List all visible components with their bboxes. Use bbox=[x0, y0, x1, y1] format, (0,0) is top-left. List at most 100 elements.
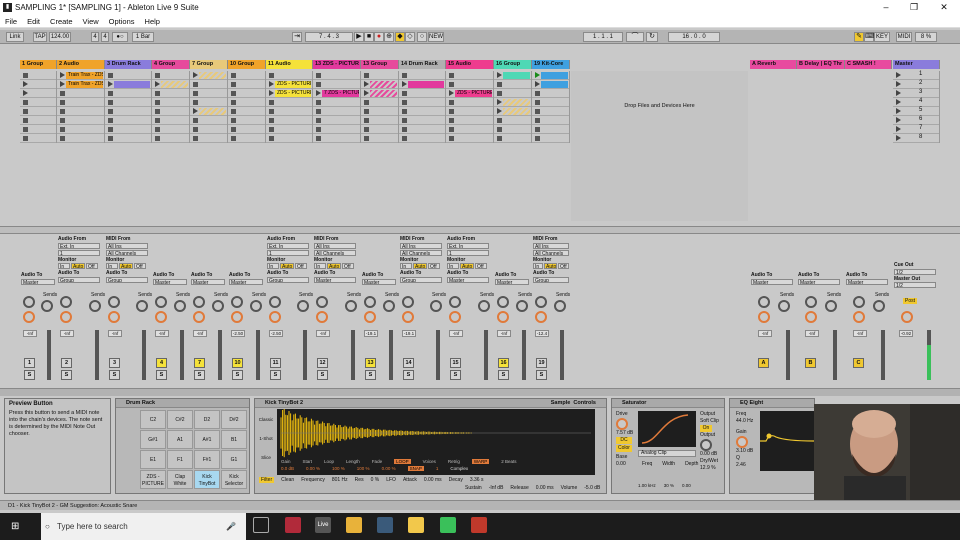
clip-slot[interactable] bbox=[152, 134, 189, 143]
send-a-knob[interactable] bbox=[316, 296, 328, 308]
clip-slot[interactable] bbox=[399, 107, 445, 116]
stop-icon[interactable] bbox=[316, 109, 321, 114]
clip-slot[interactable] bbox=[190, 134, 227, 143]
clip-slot[interactable] bbox=[20, 71, 56, 80]
pan-knob[interactable] bbox=[497, 311, 509, 323]
send-a-knob[interactable] bbox=[449, 296, 461, 308]
clip-slot[interactable] bbox=[266, 125, 312, 134]
clip-slot[interactable] bbox=[152, 116, 189, 125]
loop-icon[interactable]: ↻ bbox=[646, 32, 658, 42]
input-channel-dropdown[interactable]: All Channels bbox=[400, 249, 442, 256]
group-clip[interactable] bbox=[161, 81, 188, 88]
clip-slot[interactable] bbox=[57, 107, 104, 116]
res-value[interactable]: 0 % bbox=[371, 477, 380, 483]
output-dropdown[interactable]: Group bbox=[58, 276, 100, 283]
pan-knob[interactable] bbox=[231, 311, 243, 323]
track-activator-button[interactable]: 11 bbox=[270, 358, 281, 368]
clip-slot[interactable] bbox=[105, 89, 151, 98]
sustain-value[interactable]: -Inf dB bbox=[489, 485, 504, 491]
stop-icon[interactable] bbox=[108, 109, 113, 114]
clip-slot[interactable] bbox=[190, 89, 227, 98]
clip-slot[interactable] bbox=[361, 71, 398, 80]
group-clip[interactable] bbox=[370, 81, 397, 88]
clip-slot[interactable] bbox=[313, 71, 360, 80]
stop-icon[interactable] bbox=[316, 127, 321, 132]
track-header-10-group[interactable]: 10 Group bbox=[228, 60, 266, 69]
clip-slot[interactable] bbox=[494, 125, 531, 134]
output-dropdown[interactable]: Master bbox=[314, 276, 356, 283]
track-activator-button[interactable]: 4 bbox=[156, 358, 167, 368]
monitor-in-button[interactable]: In bbox=[447, 263, 459, 269]
input-channel-dropdown[interactable]: 1 bbox=[267, 249, 309, 256]
drive-knob[interactable] bbox=[616, 418, 628, 430]
master-pan-knob[interactable] bbox=[901, 311, 913, 323]
classic-mode-button[interactable]: Classic bbox=[257, 417, 275, 422]
stop-icon[interactable] bbox=[364, 118, 369, 123]
clip-slot[interactable] bbox=[152, 80, 189, 89]
clip-slot[interactable] bbox=[361, 107, 398, 116]
input-type-dropdown[interactable]: All Ins bbox=[533, 242, 569, 249]
app-icon-6[interactable] bbox=[471, 517, 487, 533]
pan-knob[interactable] bbox=[805, 311, 817, 323]
reenable-automation-icon[interactable]: ◇ bbox=[405, 32, 415, 42]
clip-slot[interactable]: ZDS - PICTURE bbox=[266, 80, 312, 89]
stop-icon[interactable] bbox=[108, 100, 113, 105]
volume-field[interactable]: -2.50 bbox=[231, 330, 245, 337]
return-activator-button[interactable]: C bbox=[853, 358, 864, 368]
stop-icon[interactable] bbox=[231, 82, 236, 87]
send-b-knob[interactable] bbox=[89, 300, 101, 312]
scene-play-icon[interactable] bbox=[896, 81, 901, 87]
send-a-knob[interactable] bbox=[853, 296, 865, 308]
stop-icon[interactable] bbox=[231, 73, 236, 78]
filter-toggle[interactable]: Filter bbox=[259, 477, 275, 483]
menu-file[interactable]: File bbox=[0, 17, 22, 26]
pan-knob[interactable] bbox=[269, 311, 281, 323]
clip-slot[interactable] bbox=[494, 98, 531, 107]
play-icon[interactable]: ▶ bbox=[354, 32, 364, 42]
clip-slot[interactable] bbox=[532, 80, 569, 89]
drum-pad[interactable]: G1 bbox=[221, 450, 247, 469]
clip-slot[interactable] bbox=[105, 80, 151, 89]
clip-slot[interactable]: Train Trax - ZDS bbox=[57, 80, 104, 89]
stop-icon[interactable] bbox=[364, 73, 369, 78]
stop-icon[interactable] bbox=[364, 127, 369, 132]
warp-mode-dropdown[interactable]: Complex bbox=[450, 466, 468, 471]
link-button[interactable]: Link bbox=[6, 32, 24, 42]
track-header-2-audio[interactable]: 2 Audio bbox=[57, 60, 105, 69]
stop-icon[interactable] bbox=[193, 100, 198, 105]
clip-slot[interactable] bbox=[228, 71, 265, 80]
monitor-off-button[interactable]: Off bbox=[342, 263, 354, 269]
monitor-auto-button[interactable]: Auto bbox=[327, 263, 341, 269]
stop-icon[interactable] bbox=[449, 109, 454, 114]
clip-slot[interactable] bbox=[190, 125, 227, 134]
stop-icon[interactable] bbox=[108, 73, 113, 78]
track-header-11-audio[interactable]: 11 Audio bbox=[266, 60, 313, 69]
menu-help[interactable]: Help bbox=[140, 17, 165, 26]
lfo-toggle[interactable]: LFO bbox=[386, 477, 396, 483]
gain-value[interactable]: 0.0 dB bbox=[281, 466, 294, 471]
scene-play-icon[interactable] bbox=[896, 108, 901, 114]
track-header-4-group[interactable]: 4 Group bbox=[152, 60, 190, 69]
minimize-button[interactable]: – bbox=[872, 0, 900, 15]
solo-button[interactable]: S bbox=[365, 370, 376, 380]
track-activator-button[interactable]: 2 bbox=[61, 358, 72, 368]
clip-slot[interactable]: 7 ZDS - PICTUR bbox=[313, 89, 360, 98]
stop-icon[interactable] bbox=[231, 91, 236, 96]
play-icon[interactable] bbox=[535, 72, 540, 78]
solo-button[interactable]: S bbox=[232, 370, 243, 380]
app-icon-tool[interactable] bbox=[285, 517, 301, 533]
length-value[interactable]: 100 % bbox=[357, 466, 370, 471]
stop-icon[interactable] bbox=[193, 91, 198, 96]
return-header-b-delay[interactable]: B Delay | EQ Thr bbox=[797, 60, 845, 69]
clip-slot[interactable] bbox=[399, 89, 445, 98]
clip-slot[interactable] bbox=[20, 80, 56, 89]
menu-view[interactable]: View bbox=[78, 17, 104, 26]
clip-slot[interactable] bbox=[152, 107, 189, 116]
clip-slot[interactable] bbox=[266, 107, 312, 116]
volume-field[interactable]: -19.1 bbox=[402, 330, 416, 337]
track-header-19-kit-core[interactable]: 19 Kit-Core bbox=[532, 60, 570, 69]
clip-slot[interactable] bbox=[105, 125, 151, 134]
scene-play-icon[interactable] bbox=[896, 126, 901, 132]
waveform-display[interactable]: Gain Start Loop Length Fade LOOP Voices Retri… bbox=[277, 408, 595, 475]
scene-4[interactable]: 4 bbox=[893, 98, 939, 107]
